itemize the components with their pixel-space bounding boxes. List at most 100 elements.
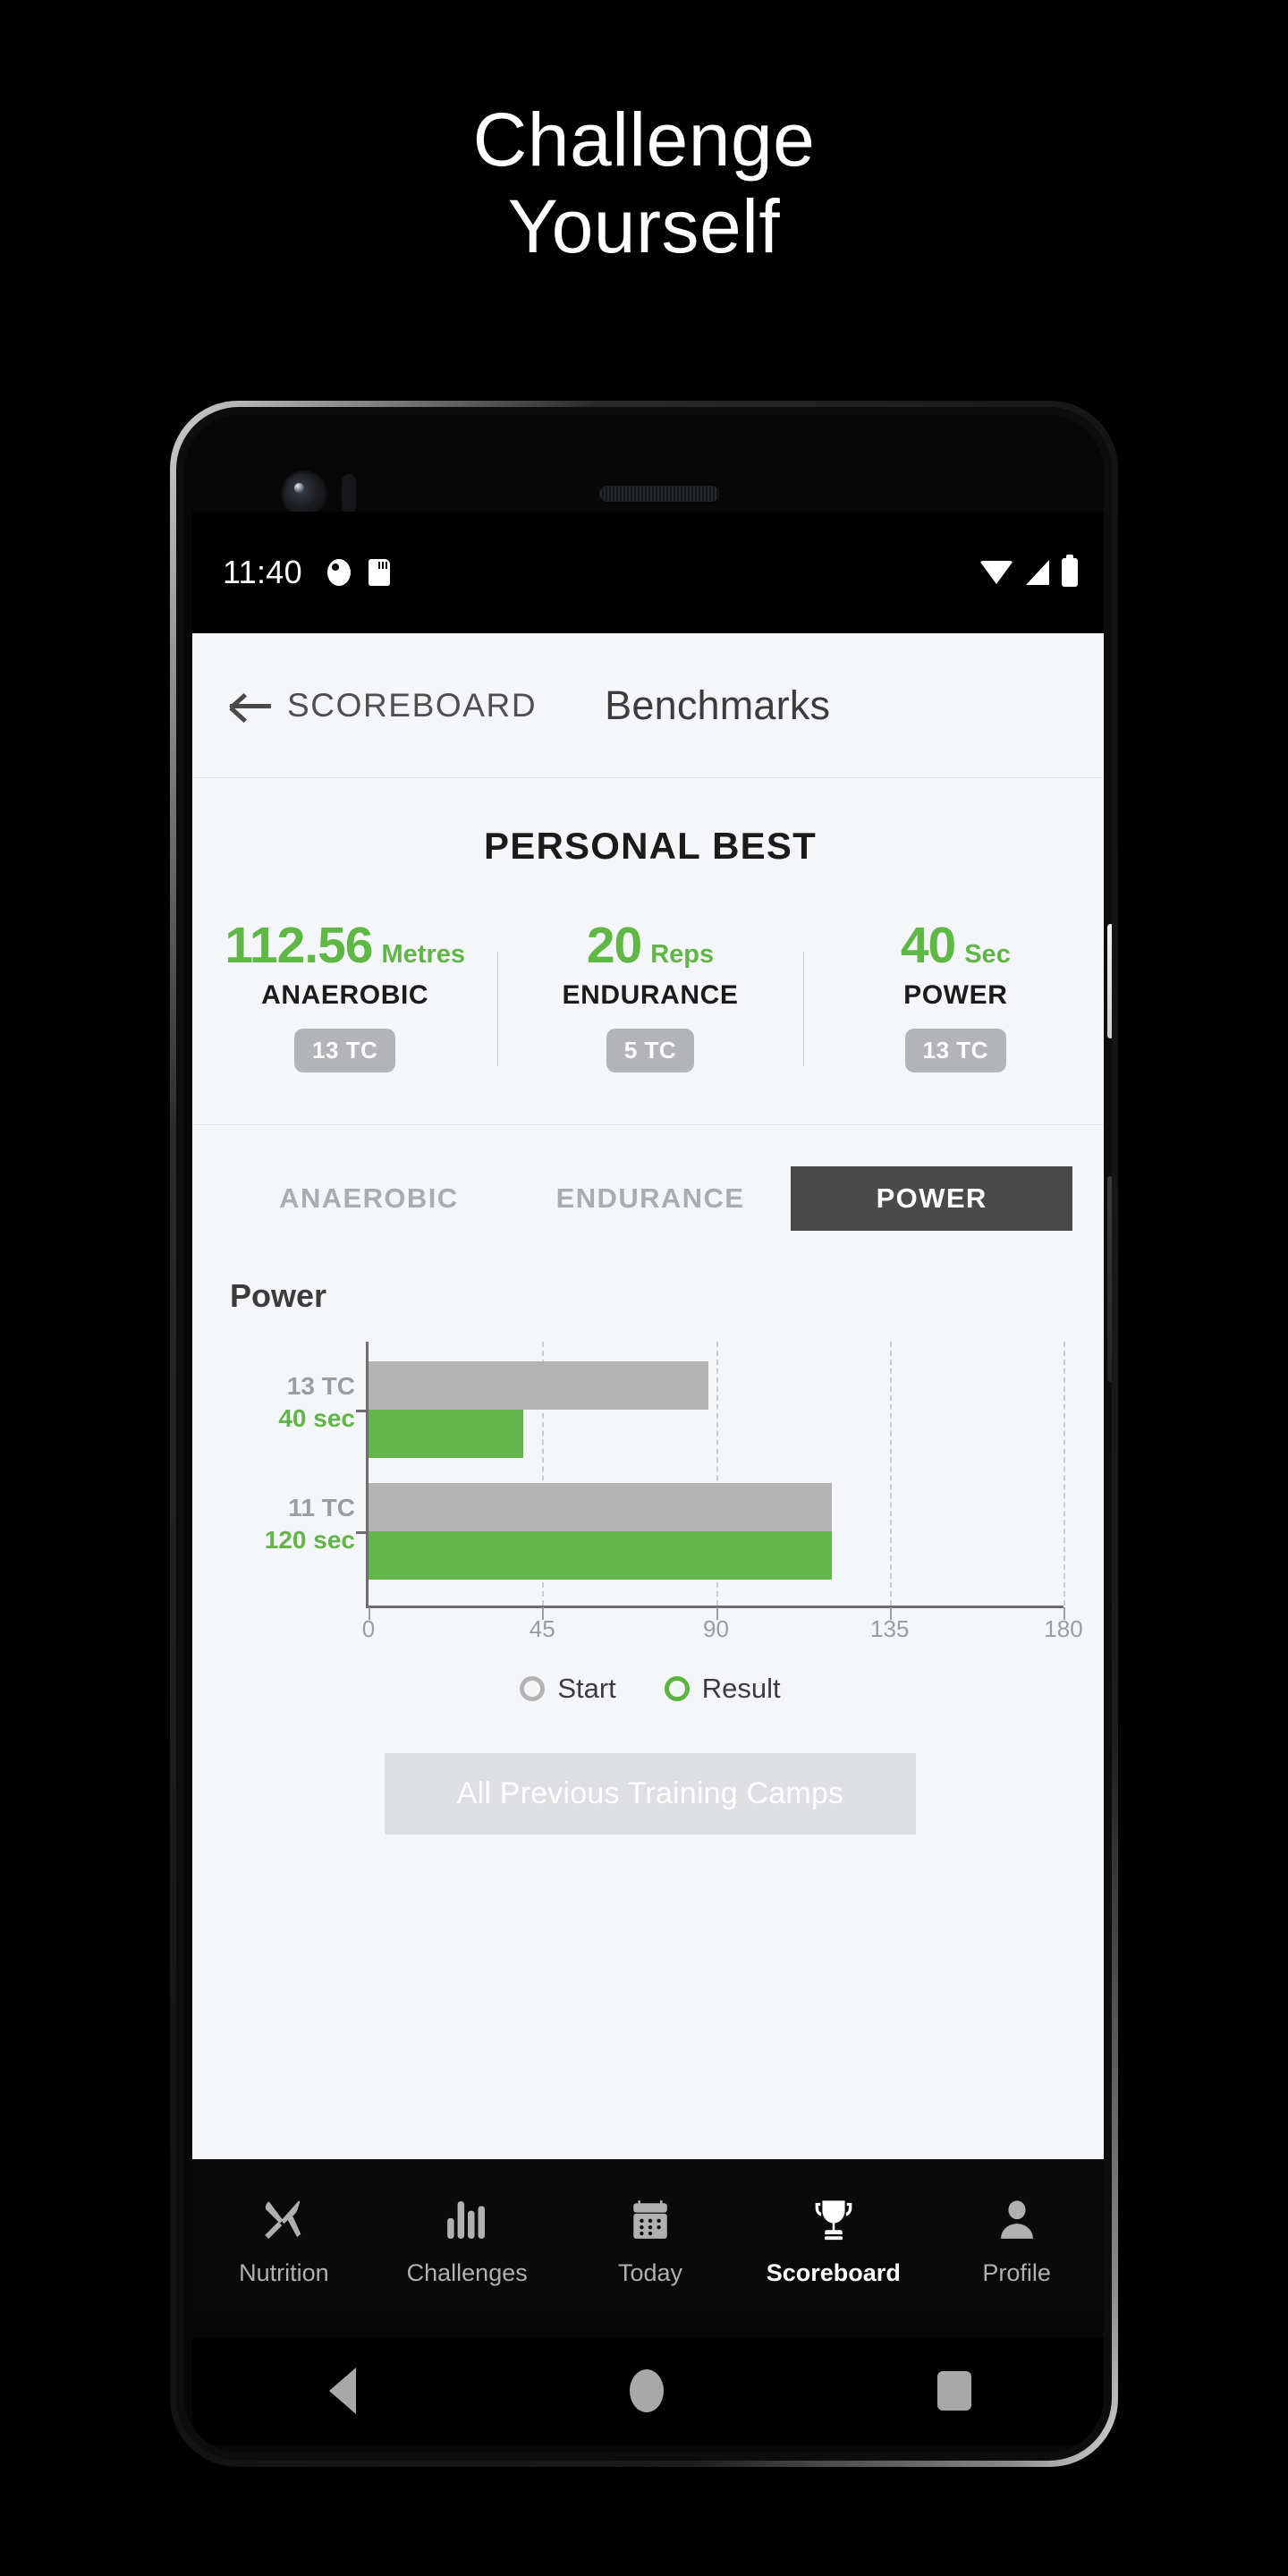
legend-item-start: Start [520, 1673, 616, 1705]
chart-category-name: 11 TC [288, 1494, 355, 1521]
page-title: Benchmarks [605, 682, 831, 728]
legend-marker-result-icon [664, 1676, 690, 1701]
stat-unit: Sec [964, 940, 1011, 969]
back-arrow-icon[interactable] [229, 691, 271, 723]
personal-best-row: 112.56 Metres ANAEROBIC 13 TC 20 Reps EN… [192, 916, 1104, 1072]
cutlery-icon [260, 2193, 307, 2247]
cta-wrap: All Previous Training Camps [192, 1753, 1104, 1835]
stat-value: 112.56 [225, 917, 373, 974]
stat-unit: Reps [650, 940, 715, 969]
stat-value: 40 [900, 917, 956, 974]
battery-icon [1062, 555, 1078, 587]
benchmark-tabs: ANAEROBIC ENDURANCE POWER [192, 1125, 1104, 1231]
nav-label: Scoreboard [766, 2258, 901, 2286]
nav-label: Today [617, 2258, 683, 2286]
android-navigation-bar [192, 2337, 1104, 2445]
x-axis-tick [369, 1607, 370, 1620]
tab-power[interactable]: POWER [791, 1166, 1073, 1231]
headline-line-1: Challenge [472, 97, 816, 182]
square-recents-icon[interactable] [937, 2371, 971, 2411]
chart-category-label: 13 TC 40 sec [278, 1372, 355, 1433]
bottom-nav: Nutrition Challenges Today Scoreboard Pr… [192, 2159, 1104, 2311]
personal-best-item-anaerobic: 112.56 Metres ANAEROBIC 13 TC [192, 916, 497, 1072]
status-bar: 11:40 [192, 512, 1104, 633]
status-badge: 13 TC [904, 1029, 1006, 1072]
bar-chart-icon [445, 2193, 489, 2247]
tab-endurance[interactable]: ENDURANCE [510, 1166, 792, 1231]
stat-category: POWER [903, 980, 1008, 1010]
circle-home-icon[interactable] [630, 2369, 664, 2412]
calendar-icon [628, 2193, 673, 2247]
personal-best-section: PERSONAL BEST 112.56 Metres ANAEROBIC 13… [192, 778, 1104, 1125]
phone-frame: 11:40 SCOREBOARD Benchmarks PERSONAL BES… [170, 401, 1118, 2467]
value-line: 20 Reps [497, 916, 802, 975]
legend-label: Result [701, 1673, 781, 1704]
nav-item-challenges[interactable]: Challenges [376, 2193, 559, 2287]
status-badge: 13 TC [294, 1029, 396, 1072]
chart-bar [369, 1361, 708, 1410]
nav-label: Challenges [406, 2258, 528, 2286]
nav-label: Nutrition [239, 2258, 329, 2286]
triangle-back-icon[interactable] [329, 2368, 356, 2414]
stat-category: ENDURANCE [562, 980, 739, 1010]
phone-bezel: 11:40 SCOREBOARD Benchmarks PERSONAL BES… [184, 415, 1104, 2453]
proximity-sensor-icon [342, 474, 356, 513]
tab-anaerobic[interactable]: ANAEROBIC [228, 1166, 510, 1231]
status-right-icons [979, 555, 1078, 587]
stat-value: 20 [586, 917, 642, 974]
phone-body: 11:40 SCOREBOARD Benchmarks PERSONAL BES… [176, 407, 1112, 2461]
chart-category-sublabel: 120 sec [264, 1526, 355, 1554]
x-axis-tick [1063, 1607, 1065, 1620]
personal-best-item-power: 40 Sec POWER 13 TC [802, 916, 1104, 1072]
status-left-icons [326, 559, 390, 586]
all-previous-training-camps-button[interactable]: All Previous Training Camps [385, 1753, 916, 1835]
status-badge: 5 TC [606, 1029, 695, 1072]
personal-best-title: PERSONAL BEST [484, 825, 817, 867]
chart-title: Power [230, 1277, 327, 1314]
chart-plot-area: 0 45 90 135 180 [356, 1342, 1083, 1642]
chart-bar [369, 1483, 832, 1531]
power-button[interactable] [1107, 924, 1112, 1038]
legend-label: Start [557, 1673, 616, 1704]
chart-bar [369, 1531, 832, 1580]
chart-legend: Start Result [192, 1673, 1104, 1705]
nav-label: Profile [982, 2258, 1051, 2286]
chart-gridline [889, 1342, 892, 1606]
x-axis-tick [889, 1607, 892, 1620]
person-icon [995, 2193, 1039, 2247]
chart-gridline [1063, 1342, 1065, 1606]
chart-bar [369, 1410, 523, 1458]
sd-card-icon [368, 559, 390, 586]
back-label[interactable]: SCOREBOARD [287, 687, 537, 724]
value-line: 112.56 Metres [192, 916, 497, 975]
legend-marker-start-icon [520, 1676, 546, 1701]
headline-line-2: Yourself [507, 184, 781, 269]
personal-best-item-endurance: 20 Reps ENDURANCE 5 TC [497, 916, 802, 1072]
legend-item-result: Result [664, 1673, 781, 1705]
front-camera-icon [281, 470, 327, 517]
nav-item-profile[interactable]: Profile [925, 2193, 1104, 2287]
stat-unit: Metres [381, 940, 466, 969]
stat-category: ANAEROBIC [261, 980, 429, 1010]
phone-screen: 11:40 SCOREBOARD Benchmarks PERSONAL BES… [192, 512, 1104, 2311]
chart-category-name: 13 TC [286, 1372, 355, 1400]
earpiece-speaker [599, 486, 719, 502]
y-axis-tick [356, 1410, 369, 1412]
chart-container: 0 45 90 135 180 13 TC 40 sec 11 TC 120 sec [230, 1342, 1083, 1646]
app-header: SCOREBOARD Benchmarks [192, 633, 1104, 778]
wifi-icon [979, 561, 1013, 584]
poster-canvas: Challenge Yourself 11:40 SCOREBOARD Benc… [0, 0, 1288, 2576]
nav-item-nutrition[interactable]: Nutrition [192, 2193, 376, 2287]
x-axis-tick [716, 1607, 718, 1620]
trophy-icon [810, 2193, 857, 2247]
signal-icon [1026, 560, 1049, 585]
value-line: 40 Sec [803, 916, 1104, 975]
y-axis-tick [356, 1531, 369, 1534]
chart-category-label: 11 TC 120 sec [265, 1494, 355, 1555]
alarm-icon [326, 559, 351, 586]
x-axis-tick [542, 1607, 545, 1620]
nav-item-scoreboard[interactable]: Scoreboard [741, 2193, 925, 2287]
chart-category-sublabel: 40 sec [278, 1404, 355, 1432]
volume-rocker[interactable] [1107, 1176, 1112, 1382]
nav-item-today[interactable]: Today [559, 2193, 742, 2287]
